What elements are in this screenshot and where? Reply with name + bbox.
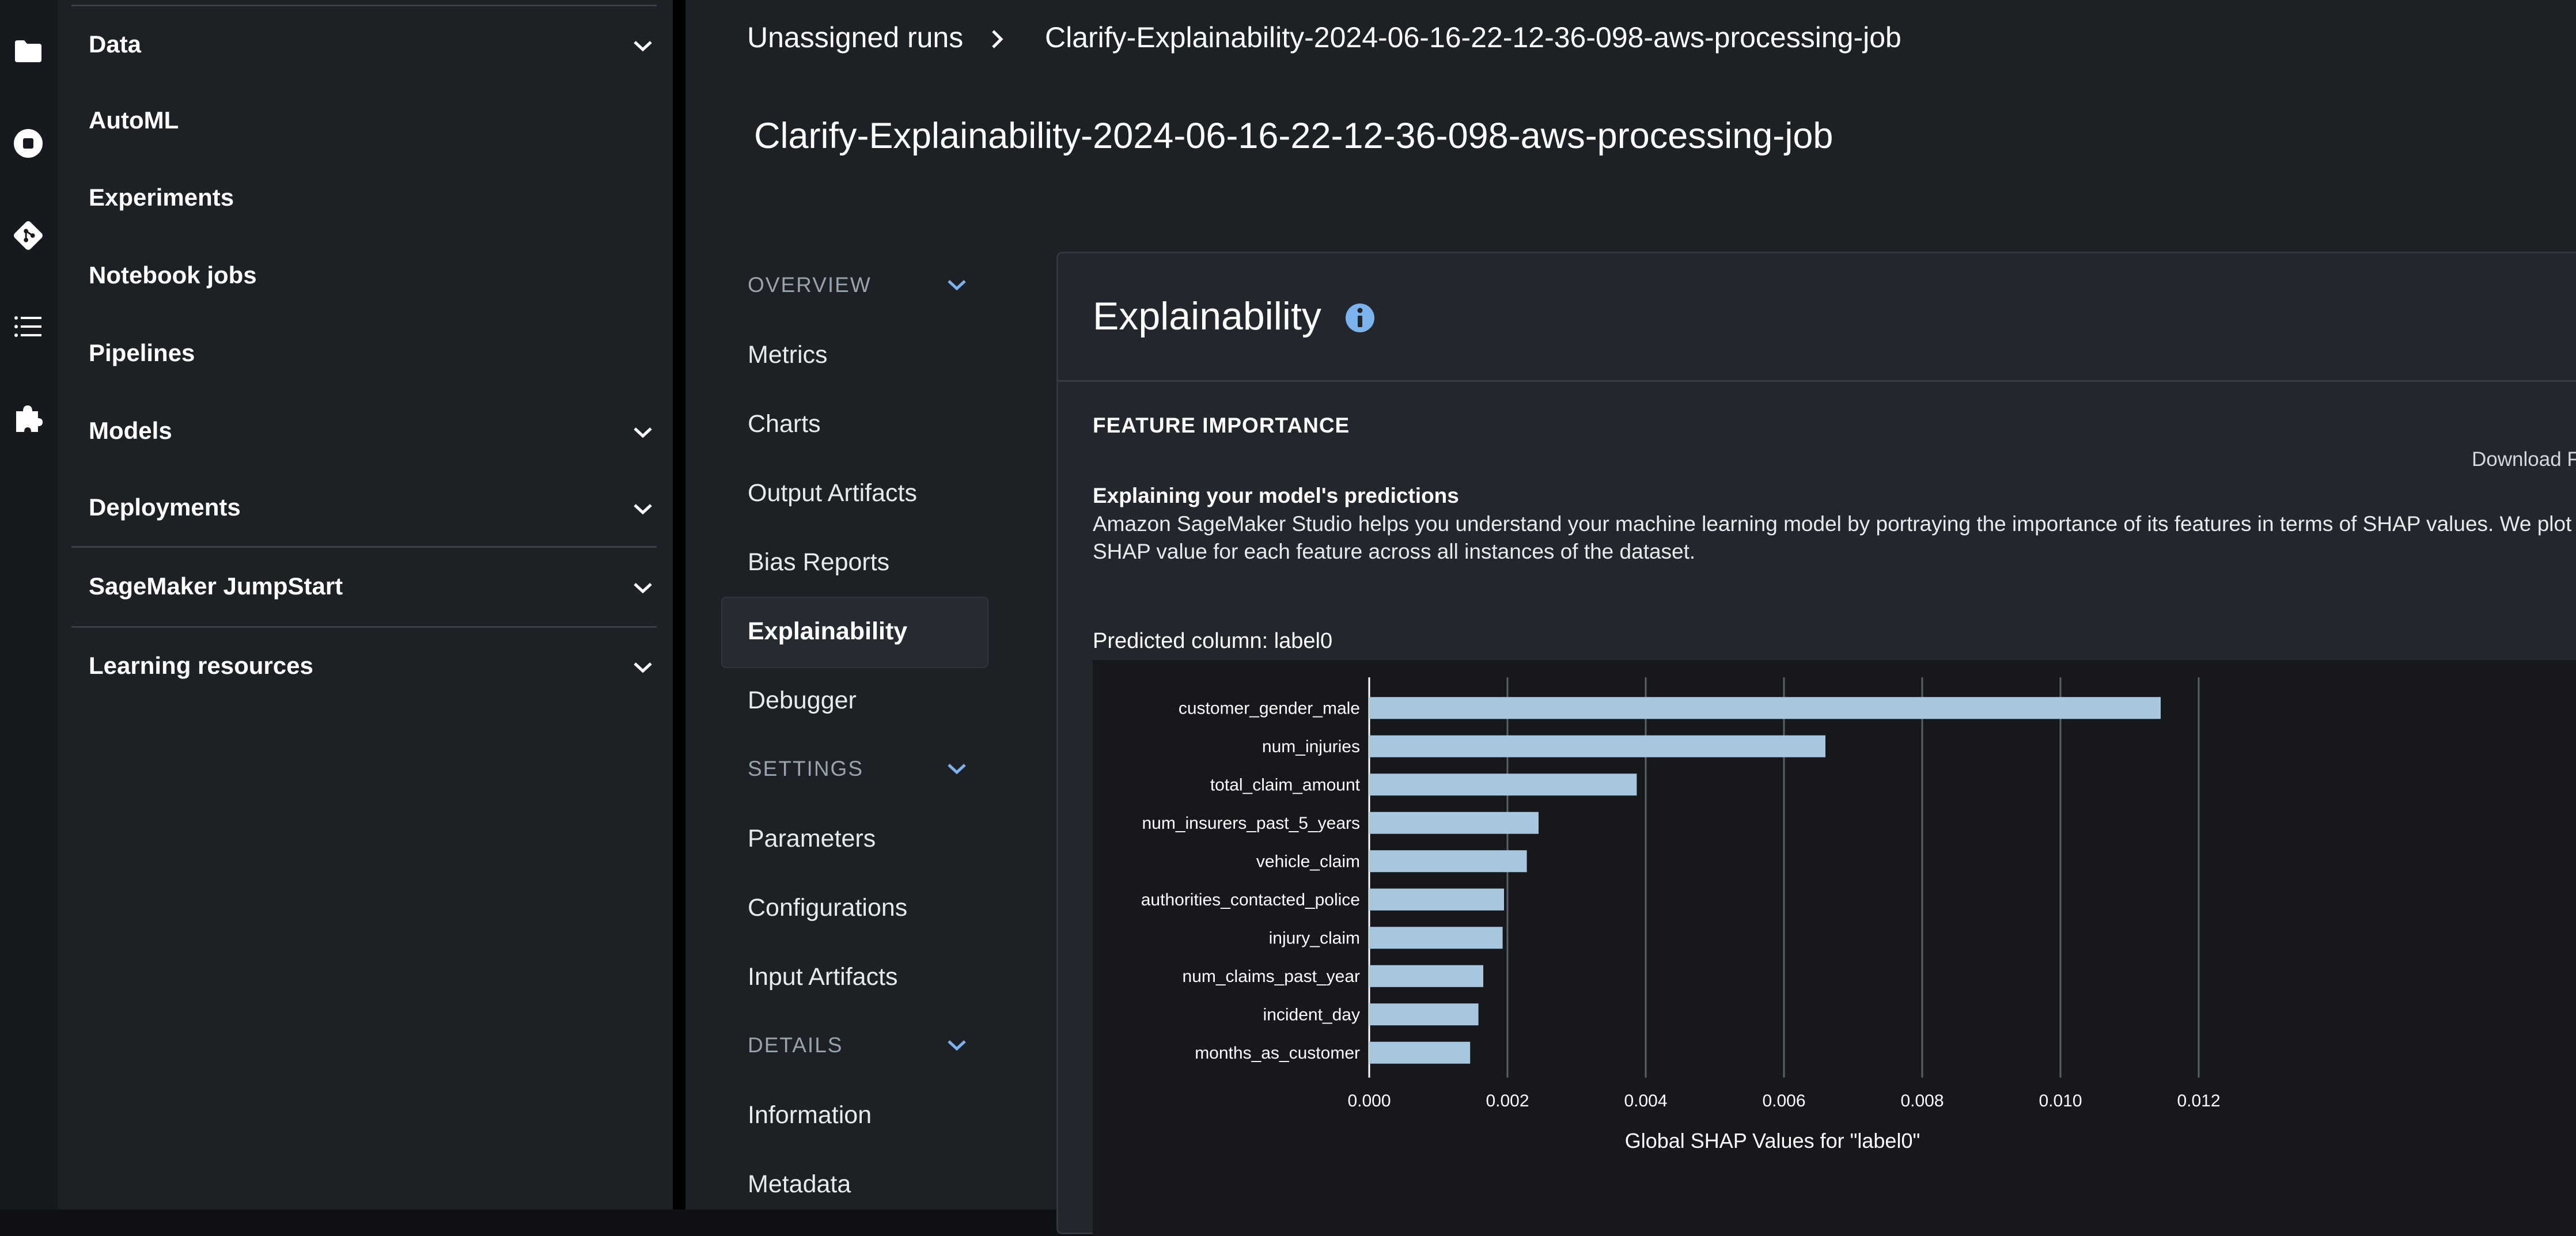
- bar: [1369, 1003, 1479, 1026]
- sidebar-item-label: AutoML: [89, 107, 179, 134]
- x-tick-label: 0.006: [1762, 1091, 1805, 1110]
- shap-chart-svg: customer_gender_male num_injuries total_cl…: [1141, 677, 2221, 1152]
- sidebar-item-label: SageMaker JumpStart: [89, 572, 343, 600]
- breadcrumb-item-current-job: Clarify-Explainability-2024-06-16-22-12-…: [1045, 21, 1901, 54]
- sidebar-item-pipelines[interactable]: Pipelines: [89, 327, 653, 379]
- y-tick-label: customer_gender_male: [1179, 699, 1360, 718]
- x-tick-label: 0.008: [1900, 1091, 1944, 1110]
- folder-icon[interactable]: [13, 36, 44, 67]
- nav-item-parameters[interactable]: Parameters: [748, 816, 876, 862]
- sidebar-item-label: Deployments: [89, 494, 241, 521]
- nav-item-input-artifacts[interactable]: Input Artifacts: [748, 954, 898, 1000]
- nav-section-overview[interactable]: OVERVIEW: [748, 265, 967, 305]
- explainability-panel: Explainability FEATURE IMPORTANCE Downlo…: [1056, 252, 2576, 1236]
- sidebar-item-models[interactable]: Models: [89, 405, 653, 457]
- sidebar-item-label: Learning resources: [89, 652, 313, 679]
- chevron-down-icon[interactable]: [632, 652, 653, 680]
- nav-item-information[interactable]: Information: [748, 1092, 872, 1138]
- chevron-down-icon[interactable]: [947, 1033, 967, 1057]
- bar: [1369, 735, 1825, 757]
- sidebar-item-automl[interactable]: AutoML: [89, 94, 653, 146]
- sidebar: Data AutoML Experiments Notebook jobs Pi…: [58, 0, 673, 1210]
- bar: [1369, 1041, 1471, 1064]
- chevron-right-icon: [991, 29, 1005, 52]
- sidebar-item-label: Data: [89, 31, 142, 58]
- bar: [1369, 812, 1539, 834]
- panel-resize-handle[interactable]: [673, 0, 685, 1210]
- nav-item-debugger[interactable]: Debugger: [748, 677, 857, 723]
- x-tick-label: 0.000: [1347, 1091, 1391, 1110]
- x-tick-label: 0.004: [1624, 1091, 1667, 1110]
- nav-item-output-artifacts[interactable]: Output Artifacts: [748, 470, 917, 516]
- chevron-down-icon[interactable]: [947, 273, 967, 297]
- predicted-column-label: Predicted column: label0: [1093, 629, 1333, 653]
- nav-item-metadata[interactable]: Metadata: [748, 1161, 851, 1207]
- bar: [1369, 850, 1527, 873]
- page-title: Clarify-Explainability-2024-06-16-22-12-…: [754, 116, 1833, 156]
- info-icon[interactable]: [1344, 302, 1376, 334]
- nav-section-label: OVERVIEW: [748, 273, 872, 297]
- stop-circle-icon[interactable]: [13, 128, 44, 159]
- y-tick-label: vehicle_claim: [1256, 852, 1360, 871]
- sidebar-item-deployments[interactable]: Deployments: [89, 481, 653, 533]
- y-tick-label: injury_claim: [1269, 928, 1360, 947]
- sidebar-item-label: Notebook jobs: [89, 261, 257, 289]
- nav-section-settings[interactable]: SETTINGS: [748, 749, 967, 789]
- activity-bar: [0, 0, 58, 1210]
- chevron-down-icon[interactable]: [632, 417, 653, 445]
- chevron-down-icon[interactable]: [632, 494, 653, 521]
- nav-section-label: SETTINGS: [748, 757, 864, 780]
- panel-title: Explainability: [1093, 294, 1321, 338]
- list-icon[interactable]: [13, 311, 44, 342]
- sidebar-item-data[interactable]: Data: [89, 18, 653, 70]
- sidebar-item-experiments[interactable]: Experiments: [89, 172, 653, 223]
- x-tick-label: 0.002: [1486, 1091, 1529, 1110]
- sidebar-item-notebook-jobs[interactable]: Notebook jobs: [89, 249, 653, 301]
- sidebar-item-label: Experiments: [89, 184, 234, 211]
- y-tick-label: num_insurers_past_5_years: [1142, 814, 1360, 833]
- y-tick-label: months_as_customer: [1195, 1044, 1360, 1063]
- breadcrumb-item-unassigned-runs[interactable]: Unassigned runs: [747, 21, 963, 54]
- sidebar-divider: [71, 626, 657, 628]
- git-icon[interactable]: [13, 220, 44, 251]
- nav-item-bias-reports[interactable]: Bias Reports: [748, 539, 889, 585]
- nav-item-explainability[interactable]: Explainability: [748, 608, 907, 654]
- sidebar-item-jumpstart[interactable]: SageMaker JumpStart: [89, 560, 653, 612]
- y-tick-label: num_injuries: [1262, 737, 1360, 756]
- y-tick-label: authorities_contacted_police: [1141, 890, 1360, 909]
- puzzle-icon[interactable]: [13, 403, 44, 434]
- chevron-down-icon[interactable]: [947, 757, 967, 781]
- y-tick-label: num_claims_past_year: [1183, 967, 1360, 986]
- y-tick-label: total_claim_amount: [1210, 775, 1361, 794]
- panel-header: Explainability: [1058, 253, 2576, 382]
- chevron-down-icon[interactable]: [632, 572, 653, 600]
- shap-bar-chart: customer_gender_male num_injuries total_cl…: [1093, 660, 2576, 1236]
- description-text: Amazon SageMaker Studio helps you unders…: [1093, 512, 2572, 563]
- bar: [1369, 965, 1483, 987]
- sidebar-item-label: Models: [89, 417, 172, 444]
- sidebar-divider: [71, 5, 657, 6]
- description-title: Explaining your model's predictions: [1093, 484, 1459, 507]
- feature-importance-heading: FEATURE IMPORTANCE: [1093, 414, 1350, 437]
- nav-section-label: DETAILS: [748, 1033, 843, 1057]
- bar: [1369, 888, 1504, 911]
- x-tick-label: 0.012: [2177, 1091, 2220, 1110]
- nav-item-metrics[interactable]: Metrics: [748, 332, 828, 378]
- sidebar-item-learning-resources[interactable]: Learning resources: [89, 640, 653, 692]
- bar: [1369, 697, 2161, 719]
- bar: [1369, 927, 1503, 949]
- nav-item-charts[interactable]: Charts: [748, 401, 821, 447]
- sidebar-divider: [71, 546, 657, 548]
- nav-section-details[interactable]: DETAILS: [748, 1025, 967, 1066]
- bar: [1369, 774, 1637, 796]
- chevron-down-icon[interactable]: [632, 31, 653, 58]
- x-axis-label: Global SHAP Values for "label0": [1625, 1129, 1920, 1152]
- main-content: Unassigned runs Clarify-Explainability-2…: [685, 0, 2576, 1236]
- nav-item-configurations[interactable]: Configurations: [748, 885, 907, 931]
- sidebar-item-label: Pipelines: [89, 339, 195, 366]
- y-tick-label: incident_day: [1263, 1005, 1360, 1024]
- x-tick-label: 0.010: [2039, 1091, 2082, 1110]
- download-button[interactable]: Download F: [2472, 448, 2576, 471]
